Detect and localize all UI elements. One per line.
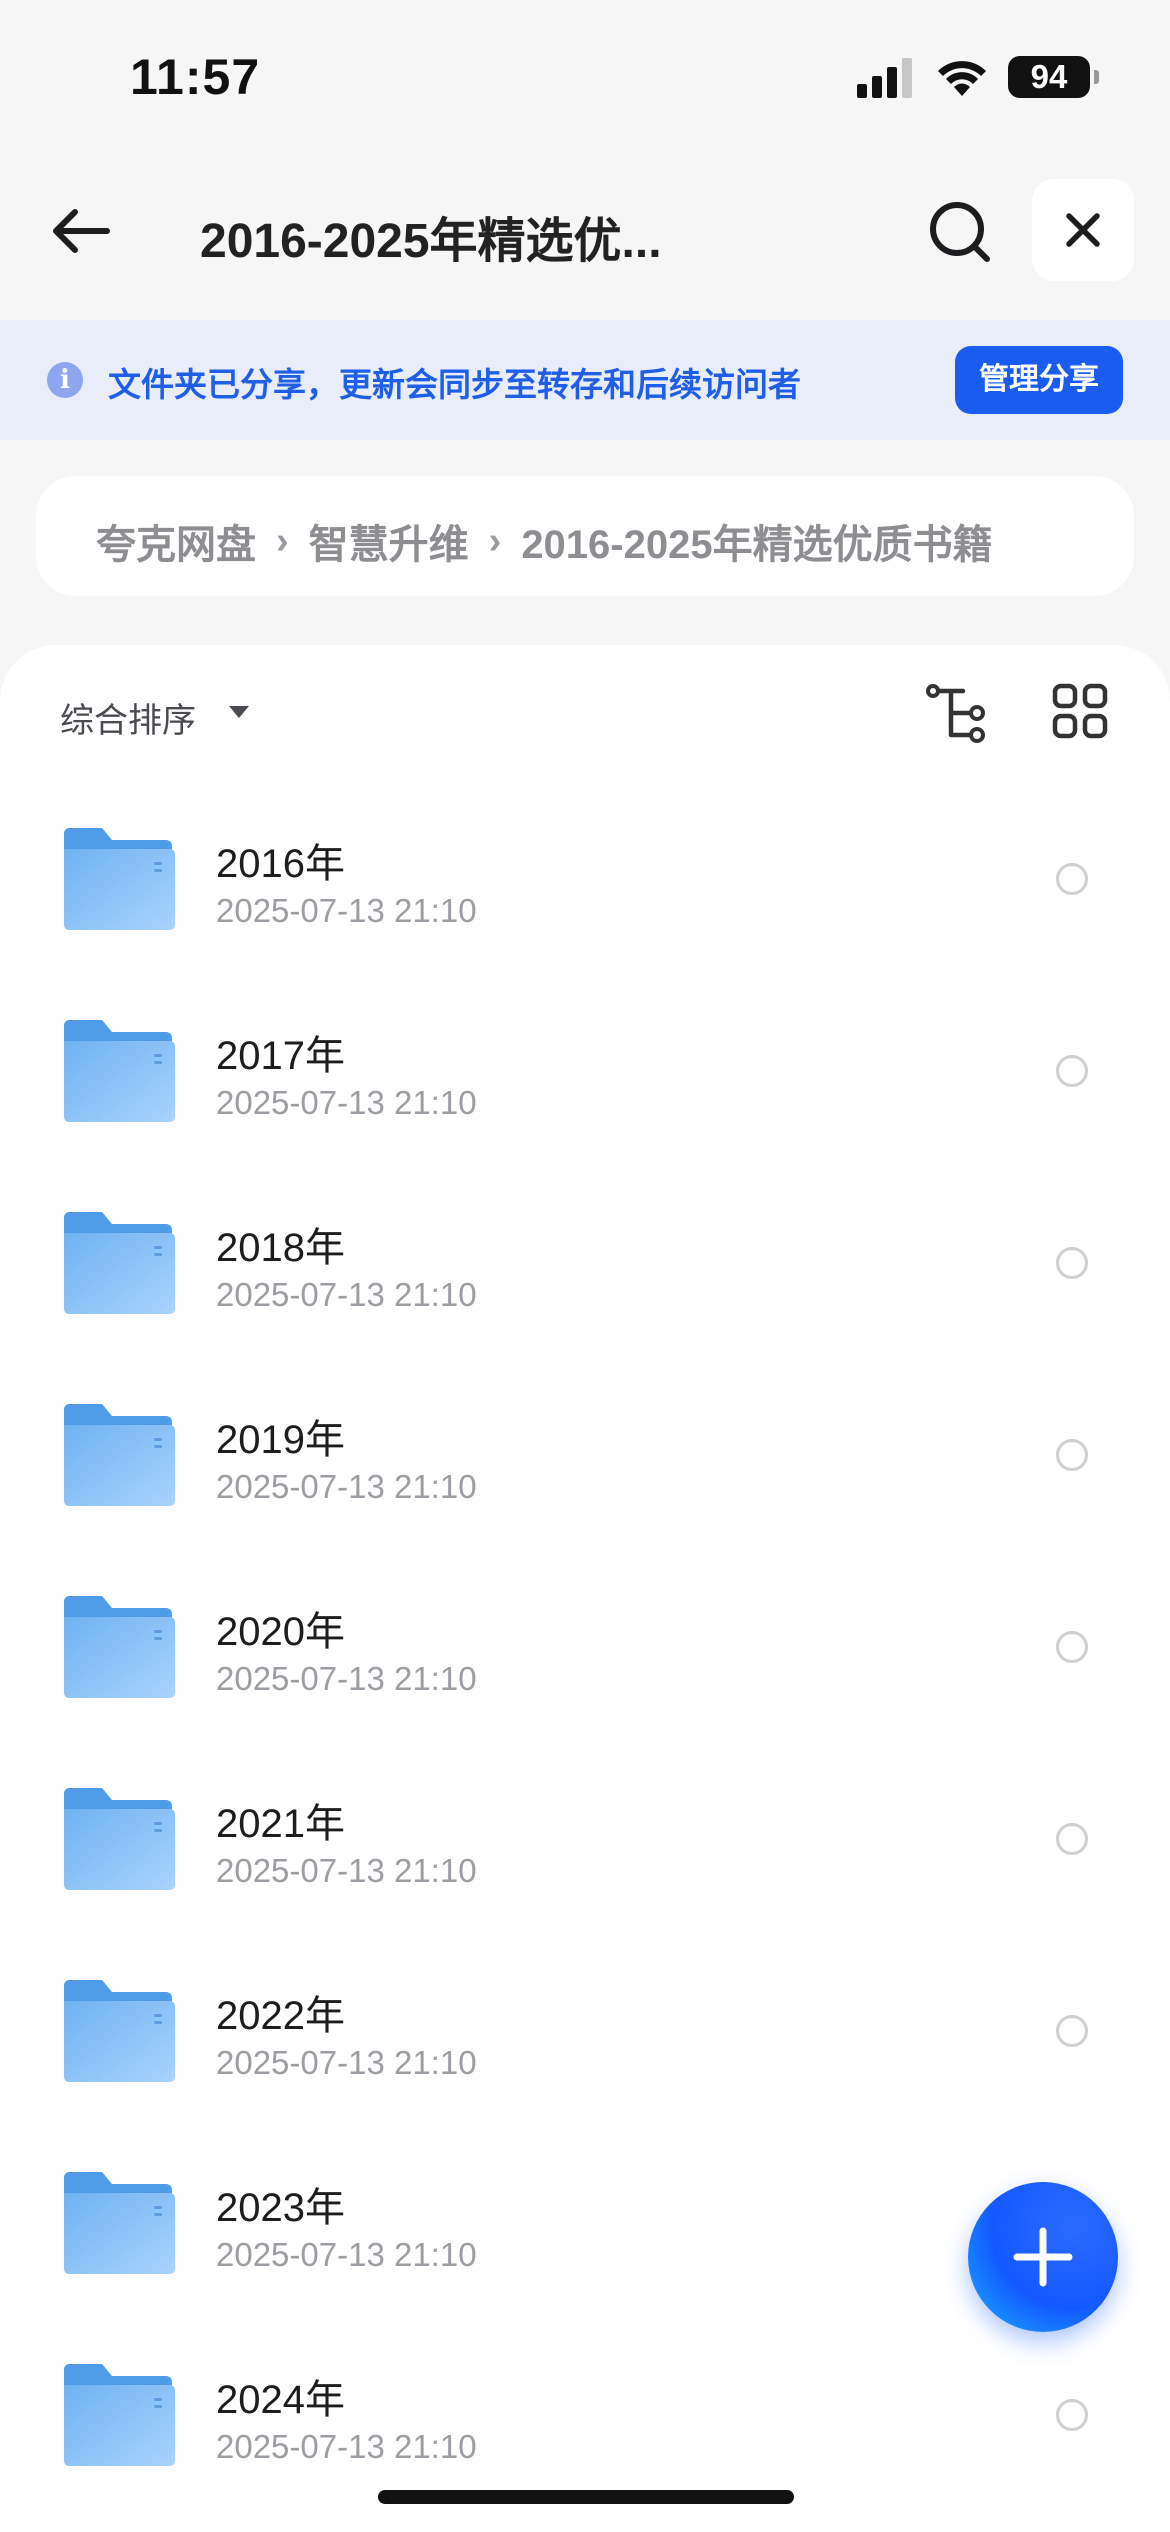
wifi-icon <box>938 61 986 96</box>
breadcrumb-item-current: 2016-2025年精选优质书籍 <box>521 523 993 567</box>
file-name: 2019年 <box>216 1418 345 1462</box>
info-icon: i <box>47 362 83 398</box>
file-date: 2025-07-13 21:10 <box>216 2044 477 2081</box>
file-row[interactable]: 2018年 2025-07-13 21:10 <box>0 1179 1170 1371</box>
file-date: 2025-07-13 21:10 <box>216 1468 477 1505</box>
select-checkbox[interactable] <box>1056 1823 1088 1855</box>
file-name: 2021年 <box>216 1802 345 1846</box>
folder-icon <box>64 2172 175 2274</box>
select-checkbox[interactable] <box>1056 863 1088 895</box>
status-bar: 11:57 94 <box>0 0 1170 150</box>
folder-icon <box>64 1020 175 1122</box>
share-notice-banner: i 文件夹已分享，更新会同步至转存和后续访问者 管理分享 <box>0 320 1170 440</box>
breadcrumb-item-root[interactable]: 夸克网盘 <box>96 512 256 570</box>
file-row[interactable]: 2019年 2025-07-13 21:10 <box>0 1371 1170 1563</box>
select-checkbox[interactable] <box>1056 1247 1088 1279</box>
battery-icon: 94 <box>1008 56 1090 98</box>
list-toolbar: 综合排序 <box>0 645 1170 775</box>
file-name: 2024年 <box>216 2378 345 2422</box>
file-date: 2025-07-13 21:10 <box>216 2428 477 2465</box>
folder-icon <box>64 2364 175 2466</box>
chevron-right-icon: › <box>488 519 502 562</box>
header: 2016-2025年精选优... <box>0 165 1170 295</box>
cellular-signal-icon <box>857 58 912 98</box>
battery-tip <box>1094 70 1099 84</box>
share-notice-text: 文件夹已分享，更新会同步至转存和后续访问者 <box>108 366 801 403</box>
file-row[interactable]: 2021年 2025-07-13 21:10 <box>0 1755 1170 1947</box>
caret-down-icon[interactable] <box>228 705 250 719</box>
home-indicator <box>378 2490 794 2504</box>
file-date: 2025-07-13 21:10 <box>216 892 477 929</box>
manage-share-button[interactable]: 管理分享 <box>955 346 1123 414</box>
status-time: 11:57 <box>130 49 261 105</box>
file-name: 2017年 <box>216 1034 345 1078</box>
tree-view-icon[interactable] <box>925 683 991 743</box>
file-row[interactable]: 2017年 2025-07-13 21:10 <box>0 987 1170 1179</box>
file-name: 2022年 <box>216 1994 345 2038</box>
file-name: 2018年 <box>216 1226 345 1270</box>
file-date: 2025-07-13 21:10 <box>216 1660 477 1697</box>
file-date: 2025-07-13 21:10 <box>216 1276 477 1313</box>
select-checkbox[interactable] <box>1056 1055 1088 1087</box>
chevron-right-icon: › <box>276 519 289 562</box>
sort-dropdown[interactable]: 综合排序 <box>60 693 196 742</box>
page-title: 2016-2025年精选优... <box>200 215 662 268</box>
file-row[interactable]: 2022年 2025-07-13 21:10 <box>0 1947 1170 2139</box>
folder-icon <box>64 1596 175 1698</box>
close-icon <box>1066 213 1100 247</box>
file-date: 2025-07-13 21:10 <box>216 2236 477 2273</box>
folder-icon <box>64 1212 175 1314</box>
select-checkbox[interactable] <box>1056 2399 1088 2431</box>
select-checkbox[interactable] <box>1056 2015 1088 2047</box>
file-name: 2023年 <box>216 2186 345 2230</box>
search-icon[interactable] <box>925 197 997 269</box>
folder-icon <box>64 1980 175 2082</box>
folder-icon <box>64 1404 175 1506</box>
breadcrumb-item-parent[interactable]: 智慧升维 <box>309 512 469 570</box>
file-name: 2020年 <box>216 1610 345 1654</box>
folder-icon <box>64 828 175 930</box>
file-date: 2025-07-13 21:10 <box>216 1084 477 1121</box>
grid-view-icon[interactable] <box>1052 683 1108 739</box>
folder-icon <box>64 1788 175 1890</box>
select-checkbox[interactable] <box>1056 1439 1088 1471</box>
arrow-left-icon[interactable] <box>45 195 117 267</box>
file-row[interactable]: 2020年 2025-07-13 21:10 <box>0 1563 1170 1755</box>
file-row[interactable]: 2016年 2025-07-13 21:10 <box>0 795 1170 987</box>
file-date: 2025-07-13 21:10 <box>216 1852 477 1889</box>
file-name: 2016年 <box>216 842 345 886</box>
plus-icon <box>1013 2227 1073 2287</box>
breadcrumb: 夸克网盘 › 智慧升维 › 2016-2025年精选优质书籍 <box>36 476 1134 596</box>
select-checkbox[interactable] <box>1056 1631 1088 1663</box>
add-button[interactable] <box>968 2182 1118 2332</box>
close-button[interactable] <box>1032 179 1134 281</box>
